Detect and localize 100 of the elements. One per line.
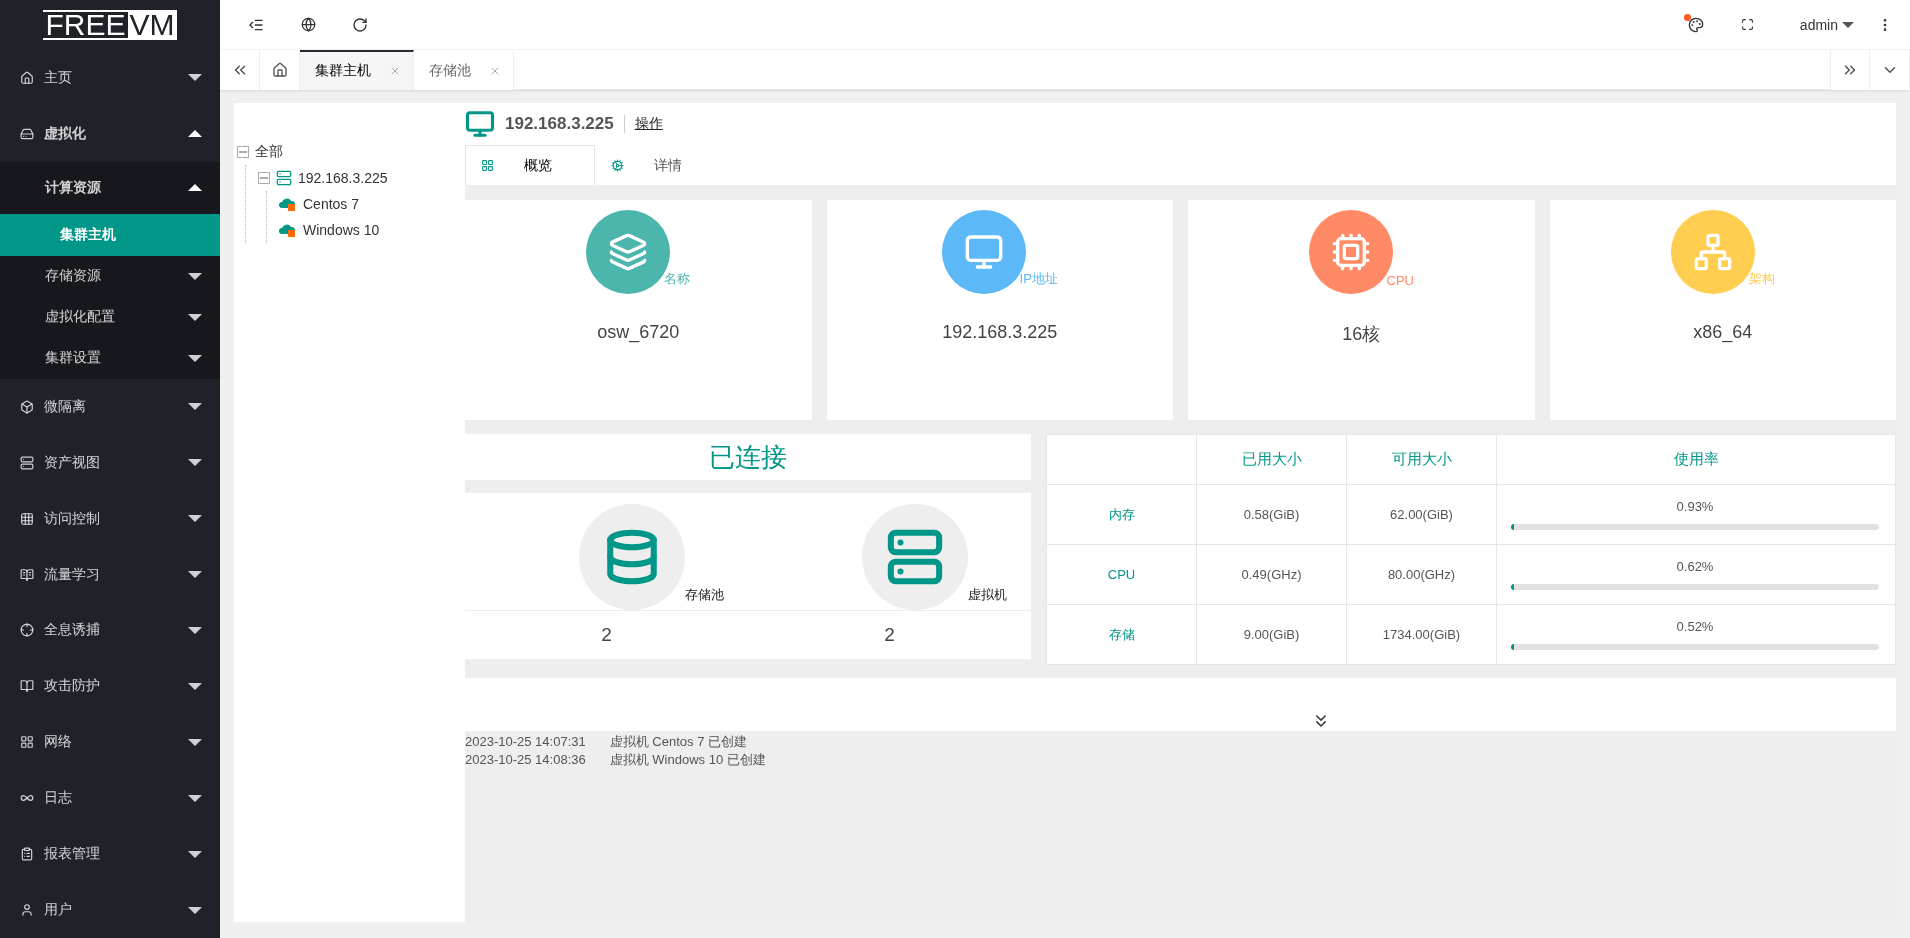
menu-item-icon bbox=[20, 623, 34, 638]
minus-icon bbox=[260, 174, 268, 182]
sidebar-item[interactable]: 集群主机 bbox=[0, 213, 220, 256]
caret-icon bbox=[188, 850, 202, 858]
palette-icon bbox=[1687, 16, 1704, 33]
sidebar-item[interactable]: 集群设置 bbox=[0, 337, 220, 379]
home-icon bbox=[271, 62, 288, 78]
card-label: 名称 bbox=[664, 270, 691, 288]
column-header: 已用大小 bbox=[1196, 434, 1347, 485]
sidebar-item[interactable]: 攻击防护 bbox=[0, 658, 220, 715]
connection-status: 已连接 bbox=[465, 434, 1031, 480]
menu-item-icon bbox=[20, 511, 34, 526]
table-cell: 9.00(GiB) bbox=[1196, 604, 1347, 665]
event-time: 2023-10-25 14:07:31 bbox=[465, 733, 586, 751]
sidebar-item[interactable]: 计算资源 bbox=[0, 161, 220, 214]
caret-icon bbox=[188, 130, 202, 138]
column-header: 使用率 bbox=[1496, 434, 1896, 485]
caret-icon bbox=[188, 794, 202, 802]
table-cell: CPU bbox=[1046, 544, 1197, 605]
card-value: 192.168.3.225 bbox=[942, 322, 1058, 343]
sidebar-item[interactable]: 日志 bbox=[0, 770, 220, 827]
menu-item-icon bbox=[20, 399, 34, 414]
menu-item-icon bbox=[20, 70, 34, 85]
counter-value: 2 bbox=[601, 623, 612, 647]
usage-percent: 0.93% bbox=[1676, 499, 1714, 514]
table-cell: 1734.00(GiB) bbox=[1346, 604, 1497, 665]
action-link[interactable]: 操作 bbox=[634, 115, 663, 133]
collapse-toggle[interactable] bbox=[237, 146, 249, 158]
caret-icon bbox=[188, 515, 202, 523]
logo-text: FREE bbox=[43, 9, 128, 40]
sidebar-item[interactable]: 虚拟化配置 bbox=[0, 296, 220, 338]
user-menu[interactable]: admin bbox=[1793, 15, 1860, 34]
card-value: x86_64 bbox=[1693, 322, 1753, 343]
sidebar-item[interactable]: 存储资源 bbox=[0, 255, 220, 297]
sidebar-item[interactable]: 虚拟化 bbox=[0, 105, 220, 162]
home-tab[interactable] bbox=[260, 50, 300, 90]
sidebar-item[interactable]: 报表管理 bbox=[0, 826, 220, 883]
server-icon bbox=[276, 170, 292, 186]
refresh-icon bbox=[352, 16, 368, 33]
caret-icon bbox=[188, 682, 202, 690]
scroll-left-button[interactable] bbox=[220, 50, 260, 90]
counter-label: 存储池 bbox=[685, 586, 724, 604]
event-time: 2023-10-25 14:08:36 bbox=[465, 751, 586, 769]
logo-text: VM bbox=[127, 9, 177, 40]
menu-item-icon bbox=[20, 455, 34, 470]
sidebar-item[interactable]: 微隔离 bbox=[0, 378, 220, 435]
column-header: 可用大小 bbox=[1346, 434, 1497, 485]
sidebar-item[interactable]: 访问控制 bbox=[0, 490, 220, 547]
fullscreen-icon bbox=[1741, 18, 1755, 31]
card-value: osw_6720 bbox=[597, 322, 680, 343]
sidebar-item[interactable]: 用户 bbox=[0, 882, 220, 938]
event-text: 虚拟机 Centos 7 已创建 bbox=[609, 733, 747, 751]
detail-tab[interactable]: 概览 bbox=[465, 145, 595, 185]
sidebar-item[interactable]: 资产视图 bbox=[0, 434, 220, 491]
table-cell: 存储 bbox=[1046, 604, 1197, 665]
card-value: 16核 bbox=[1342, 323, 1381, 346]
counter-label: 虚拟机 bbox=[968, 586, 1007, 604]
caret-icon bbox=[188, 74, 202, 82]
collapse-toggle[interactable] bbox=[258, 172, 270, 184]
sidebar-item[interactable]: 流量学习 bbox=[0, 546, 220, 603]
page-tab[interactable]: 集群主机 bbox=[300, 50, 414, 90]
close-icon[interactable] bbox=[389, 65, 401, 77]
card-label: IP地址 bbox=[1019, 270, 1058, 288]
table-cell: 62.00(GiB) bbox=[1346, 484, 1497, 545]
scroll-right-button[interactable] bbox=[1830, 50, 1870, 90]
menu-item-icon bbox=[20, 847, 34, 862]
table-cell: 0.58(GiB) bbox=[1196, 484, 1347, 545]
caret-icon bbox=[188, 354, 202, 362]
sidebar-item[interactable]: 网络 bbox=[0, 714, 220, 771]
tree-label[interactable]: 全部 bbox=[255, 143, 283, 161]
menu-item-icon bbox=[20, 567, 34, 582]
table-cell: 0.49(GHz) bbox=[1196, 544, 1347, 605]
menu-item-icon bbox=[20, 903, 34, 918]
tab-menu-button[interactable] bbox=[1870, 50, 1910, 90]
minus-icon bbox=[239, 148, 247, 156]
cloud-vm-icon bbox=[279, 222, 297, 238]
cloud-vm-icon bbox=[279, 196, 297, 212]
page-tab[interactable]: 存储池 bbox=[414, 50, 514, 90]
menu-item-icon bbox=[20, 126, 34, 141]
caret-icon bbox=[188, 626, 202, 634]
sidebar-item[interactable]: 主页 bbox=[0, 49, 220, 106]
menu-item-icon bbox=[20, 735, 34, 750]
sidebar-item[interactable]: 全息诱捕 bbox=[0, 602, 220, 659]
caret-icon bbox=[188, 459, 202, 467]
gear-icon bbox=[611, 159, 624, 172]
caret-icon bbox=[188, 272, 202, 280]
host-title: 192.168.3.225 bbox=[505, 114, 614, 134]
caret-icon bbox=[188, 571, 202, 578]
caret-icon bbox=[188, 738, 202, 746]
card-label: CPU bbox=[1386, 273, 1414, 288]
tree-label[interactable]: 192.168.3.225 bbox=[298, 170, 388, 186]
tree-label[interactable]: Windows 10 bbox=[303, 222, 380, 238]
caret-icon bbox=[188, 403, 202, 411]
tree-label[interactable]: Centos 7 bbox=[303, 196, 360, 212]
close-icon[interactable] bbox=[489, 65, 501, 77]
globe-icon bbox=[300, 17, 316, 32]
table-cell: 内存 bbox=[1046, 484, 1197, 545]
caret-icon bbox=[188, 313, 202, 321]
usage-percent: 0.62% bbox=[1676, 559, 1714, 574]
usage-percent: 0.52% bbox=[1676, 619, 1714, 634]
